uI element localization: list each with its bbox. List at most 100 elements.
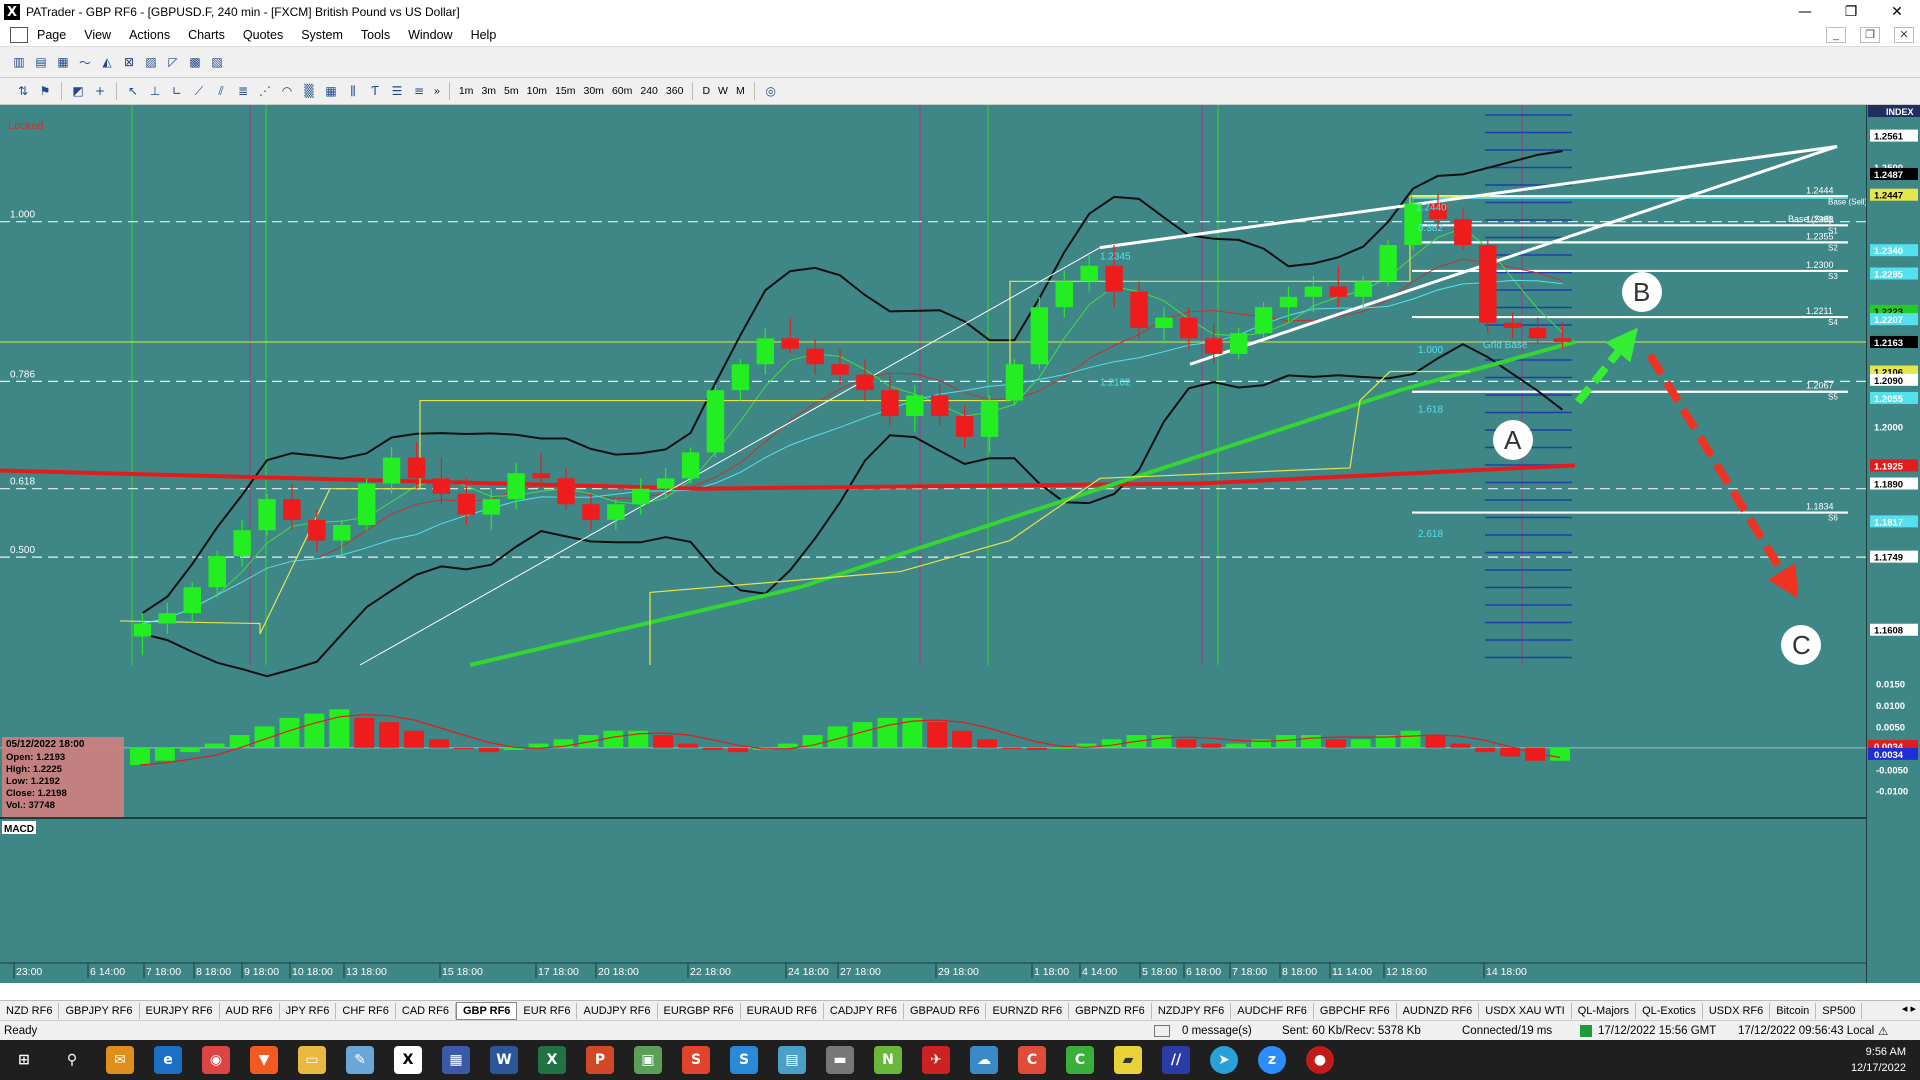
symbol-tab-usdx-rf6[interactable]: USDX RF6	[1703, 1003, 1771, 1019]
sticky-notes-icon[interactable]: ▰	[1114, 1046, 1142, 1074]
symbol-tab-gbp-rf6[interactable]: GBP RF6	[455, 1002, 518, 1020]
mail-app-icon[interactable]: ✉	[106, 1046, 134, 1074]
timeframe-3m[interactable]: 3m	[481, 85, 496, 97]
symbol-tab-euraud-rf6[interactable]: EURAUD RF6	[741, 1003, 824, 1019]
ohlc-chart-icon[interactable]: ▤	[32, 54, 50, 70]
grid-icon[interactable]: ▦	[322, 83, 340, 99]
network-app-icon[interactable]: ▤	[778, 1046, 806, 1074]
symbol-tab-eurgbp-rf6[interactable]: EURGBP RF6	[658, 1003, 741, 1019]
histogram-chart-icon[interactable]: ▧	[208, 54, 226, 70]
symbol-tab-cadjpy-rf6[interactable]: CADJPY RF6	[824, 1003, 904, 1019]
text-tool-icon[interactable]: Ƭ	[366, 83, 384, 99]
disk-app-icon[interactable]: ▬	[826, 1046, 854, 1074]
menu-view[interactable]: View	[75, 28, 120, 42]
symbol-tab-ql-exotics[interactable]: QL-Exotics	[1636, 1003, 1703, 1019]
bar-chart-icon[interactable]: ▥	[10, 54, 28, 70]
c-app-red-icon[interactable]: C	[1018, 1046, 1046, 1074]
symbol-tab-ql-majors[interactable]: QL-Majors	[1572, 1003, 1637, 1019]
timeframe-360[interactable]: 360	[666, 85, 684, 97]
vertical-line-icon[interactable]: ∟	[168, 83, 186, 99]
notes-app-icon[interactable]: ✎	[346, 1046, 374, 1074]
snip-tool-icon[interactable]: S	[682, 1046, 710, 1074]
timeframe-10m[interactable]: 10m	[527, 85, 547, 97]
menu-tools[interactable]: Tools	[352, 28, 399, 42]
menu-page[interactable]: Page	[28, 28, 75, 42]
symbol-tab-cad-rf6[interactable]: CAD RF6	[396, 1003, 456, 1019]
cycles-icon[interactable]: ⫼	[344, 83, 362, 99]
tradingview-icon[interactable]: //	[1162, 1046, 1190, 1074]
calculator-icon[interactable]: ▦	[442, 1046, 470, 1074]
maximize-button[interactable]: ❐	[1828, 0, 1874, 24]
bird-app-icon[interactable]: ✈	[922, 1046, 950, 1074]
tab-scroll-arrows[interactable]: ◂ ▸	[1902, 1002, 1916, 1015]
renko-chart-icon[interactable]: ▨	[142, 54, 160, 70]
skype-app-icon[interactable]: S	[730, 1046, 758, 1074]
gann-icon[interactable]: ▒	[300, 83, 318, 99]
timeframe-weekly[interactable]: W	[718, 85, 728, 97]
telegram-app-icon[interactable]: ➤	[1210, 1046, 1238, 1074]
symbol-tab-gbpnzd-rf6[interactable]: GBPNZD RF6	[1069, 1003, 1152, 1019]
timeframe-240[interactable]: 240	[640, 85, 658, 97]
timeframe-daily[interactable]: D	[702, 85, 710, 97]
mdi-close-button[interactable]: ✕	[1894, 27, 1914, 43]
search-icon[interactable]: ⚲	[58, 1046, 86, 1074]
fib-arcs-icon[interactable]: ◠	[278, 83, 296, 99]
menu-help[interactable]: Help	[462, 28, 506, 42]
channel-icon[interactable]: ⫽	[212, 83, 230, 99]
trendline-icon[interactable]: ⟋	[190, 83, 208, 99]
mdi-minimize-button[interactable]: _	[1826, 27, 1846, 43]
minimize-button[interactable]: —	[1782, 0, 1828, 24]
brave-browser-icon[interactable]: ▼	[250, 1046, 278, 1074]
symbol-tab-nzd-rf6[interactable]: NZD RF6	[0, 1003, 60, 1019]
patrader-app-icon[interactable]: X	[394, 1046, 422, 1074]
symbol-tab-audchf-rf6[interactable]: AUDCHF RF6	[1231, 1003, 1314, 1019]
pointer-icon[interactable]: ↖	[124, 83, 142, 99]
symbol-tab-audnzd-rf6[interactable]: AUDNZD RF6	[1397, 1003, 1480, 1019]
area-chart-icon[interactable]: ◭	[98, 54, 116, 70]
symbol-tab-gbpaud-rf6[interactable]: GBPAUD RF6	[904, 1003, 987, 1019]
close-button[interactable]: ✕	[1874, 0, 1920, 24]
symbol-tab-aud-rf6[interactable]: AUD RF6	[220, 1003, 280, 1019]
word-app-icon[interactable]: W	[490, 1046, 518, 1074]
edge-browser-icon[interactable]: e	[154, 1046, 182, 1074]
order-icon[interactable]: ⚑	[36, 83, 54, 99]
chrome-browser-icon[interactable]: ◉	[202, 1046, 230, 1074]
timeframe-5m[interactable]: 5m	[504, 85, 519, 97]
symbol-tab-jpy-rf6[interactable]: JPY RF6	[280, 1003, 337, 1019]
file-explorer-icon[interactable]: ▭	[298, 1046, 326, 1074]
zoom-app-icon[interactable]: z	[1258, 1046, 1286, 1074]
buy-sell-icon[interactable]: ⇅	[14, 83, 32, 99]
record-app-icon[interactable]: ●	[1306, 1046, 1334, 1074]
symbol-tab-chf-rf6[interactable]: CHF RF6	[336, 1003, 396, 1019]
symbol-tab-usdx-xau-wti[interactable]: USDX XAU WTI	[1479, 1003, 1572, 1019]
point-figure-icon[interactable]: ⊠	[120, 54, 138, 70]
mdi-restore-button[interactable]: ❐	[1860, 27, 1880, 43]
candle-chart-icon[interactable]: ▦	[54, 54, 72, 70]
chart-canvas[interactable]: 1.000 0.786 0.618 0.500 1.2444 Base (Sell) 1.2…	[0, 105, 1920, 983]
indicator-icon[interactable]: ◩	[69, 83, 87, 99]
symbol-tab-gbpjpy-rf6[interactable]: GBPJPY RF6	[59, 1003, 140, 1019]
excel-app-icon[interactable]: X	[538, 1046, 566, 1074]
menu-window[interactable]: Window	[399, 28, 461, 42]
symbol-tab-nzdjpy-rf6[interactable]: NZDJPY RF6	[1152, 1003, 1232, 1019]
menu-quotes[interactable]: Quotes	[234, 28, 292, 42]
timeframe-1m[interactable]: 1m	[459, 85, 474, 97]
ninja-trader-icon[interactable]: N	[874, 1046, 902, 1074]
start-icon[interactable]: ⊞	[10, 1046, 38, 1074]
speed-lines-icon[interactable]: ☰	[388, 83, 406, 99]
c-app-green-icon[interactable]: C	[1066, 1046, 1094, 1074]
more-tools-chevron[interactable]: »	[434, 85, 440, 97]
line-chart-icon[interactable]: 〜	[76, 54, 94, 70]
volume-chart-icon[interactable]: ▩	[186, 54, 204, 70]
pitchfork-icon[interactable]: ≡	[410, 83, 428, 99]
symbol-tab-eurnzd-rf6[interactable]: EURNZD RF6	[986, 1003, 1070, 1019]
kagi-chart-icon[interactable]: ◸	[164, 54, 182, 70]
powerpoint-app-icon[interactable]: P	[586, 1046, 614, 1074]
crosshair-icon[interactable]: +	[91, 83, 109, 99]
symbol-tab-eur-rf6[interactable]: EUR RF6	[517, 1003, 578, 1019]
timeframe-60m[interactable]: 60m	[612, 85, 632, 97]
symbol-tab-sp500[interactable]: SP500	[1816, 1003, 1863, 1019]
horizontal-line-icon[interactable]: ⊥	[146, 83, 164, 99]
timeframe-30m[interactable]: 30m	[584, 85, 604, 97]
timeframe-monthly[interactable]: M	[736, 85, 745, 97]
